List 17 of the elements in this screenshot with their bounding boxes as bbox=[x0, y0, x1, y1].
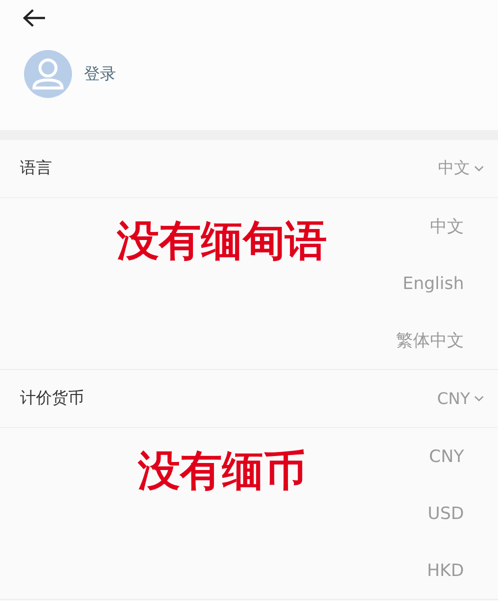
chevron-icon bbox=[474, 165, 484, 172]
annotation-text: 没有缅甸语 bbox=[117, 218, 327, 264]
dropdown-option[interactable]: English bbox=[402, 274, 464, 294]
annotation-text: 没有缅币 bbox=[138, 448, 306, 494]
dropdown-option[interactable]: 繁体中文 bbox=[396, 329, 464, 352]
back-arrow-icon[interactable] bbox=[22, 8, 46, 28]
chevron-icon bbox=[474, 395, 484, 402]
setting-dropdown[interactable]: 中文 bbox=[438, 158, 484, 179]
avatar-icon bbox=[24, 50, 72, 98]
setting-dropdown[interactable]: CNY bbox=[437, 389, 484, 408]
dropdown-option[interactable]: HKD bbox=[426, 560, 464, 580]
dropdown-option[interactable]: USD bbox=[428, 504, 464, 524]
setting-label: 语言 bbox=[20, 158, 52, 179]
login-link[interactable]: 登录 bbox=[84, 64, 116, 84]
setting-label: 计价货币 bbox=[20, 388, 84, 409]
dropdown-option[interactable]: 中文 bbox=[430, 215, 464, 238]
dropdown-option[interactable]: CNY bbox=[429, 446, 464, 466]
